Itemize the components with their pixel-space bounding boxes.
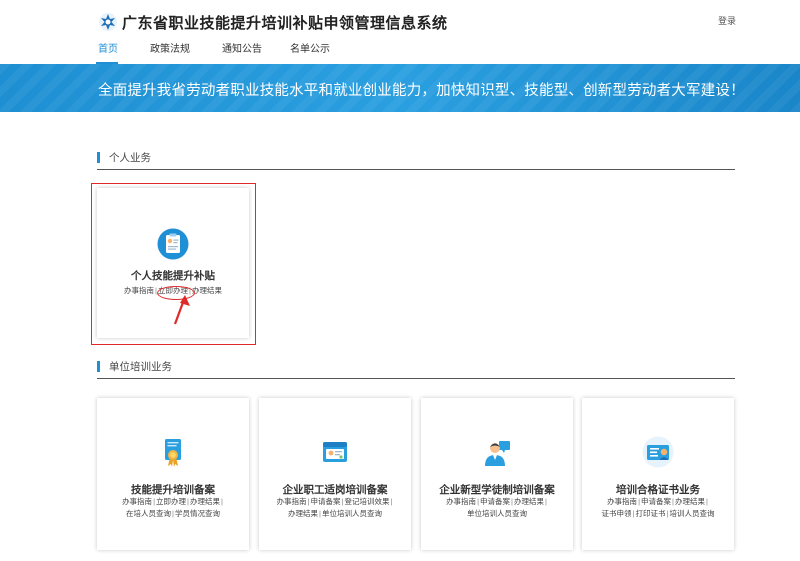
card-links: 办事指南|申请备案|办理结果| 证书申领|打印证书|培训人员查询 — [586, 496, 730, 520]
card-enterprise-onjob-filing[interactable]: 企业职工适岗培训备案 办事指南|申请备案|登记培训效果| 办理结果|单位培训人员… — [259, 398, 411, 550]
certificate-medal-icon — [165, 439, 181, 467]
link-certificate-claim[interactable]: 证书申领 — [602, 509, 632, 518]
card-title: 企业新型学徒制培训备案 — [439, 484, 555, 496]
link-separator: | — [390, 497, 393, 506]
annotation-arrow-icon — [173, 295, 190, 325]
link-guide[interactable]: 办事指南 — [122, 497, 152, 506]
section-accent-bar — [97, 361, 100, 372]
section-unit-title: 单位培训业务 — [109, 361, 172, 373]
nav-notices[interactable]: 通知公告 — [212, 40, 280, 64]
site-logo-icon — [99, 13, 117, 31]
card-title: 培训合格证书业务 — [616, 484, 700, 496]
link-apply-filing[interactable]: 申请备案 — [311, 497, 341, 506]
hero-banner: 全面提升我省劳动者职业技能水平和就业创业能力，加快知识型、技能型、创新型劳动者大… — [0, 64, 800, 112]
card-title: 技能提升培训备案 — [131, 484, 215, 496]
card-title: 企业职工适岗培训备案 — [282, 484, 388, 496]
link-result[interactable]: 办理结果 — [514, 497, 544, 506]
main-nav: 首页 政策法规 通知公告 名单公示 — [88, 40, 350, 64]
link-trainee-query[interactable]: 在培人员查询 — [126, 509, 171, 518]
link-unit-trainee-query[interactable]: 单位培训人员查询 — [322, 509, 382, 518]
card-skill-training-filing[interactable]: 技能提升培训备案 办事指南|立即办理|办理结果| 在培人员查询|学员情况查询 — [97, 398, 249, 550]
section-unit-header: 单位培训业务 — [97, 357, 735, 379]
card-links: 办事指南|申请备案|办理结果| 单位培训人员查询 — [425, 496, 569, 520]
link-guide[interactable]: 办事指南 — [607, 497, 637, 506]
link-separator: | — [544, 497, 547, 506]
id-card-icon — [323, 442, 347, 462]
card-links: 办事指南|立即办理|办理结果| 在培人员查询|学员情况查询 — [101, 496, 245, 520]
link-print-certificate[interactable]: 打印证书 — [636, 509, 666, 518]
link-unit-trainee-query[interactable]: 单位培训人员查询 — [467, 509, 527, 518]
section-personal-header: 个人业务 — [97, 148, 735, 170]
link-guide[interactable]: 办事指南 — [277, 497, 307, 506]
nav-home[interactable]: 首页 — [88, 40, 140, 64]
certificate-badge-icon — [642, 436, 674, 468]
card-links: 办事指南|申请备案|登记培训效果| 办理结果|单位培训人员查询 — [263, 496, 407, 520]
link-guide[interactable]: 办事指南 — [446, 497, 476, 506]
apprentice-person-icon — [485, 441, 510, 466]
section-personal-title: 个人业务 — [109, 152, 151, 164]
link-apply-now[interactable]: 立即办理 — [156, 497, 186, 506]
site-title: 广东省职业技能提升培训补贴申领管理信息系统 — [122, 15, 448, 32]
banner-slogan: 全面提升我省劳动者职业技能水平和就业创业能力，加快知识型、技能型、创新型劳动者大… — [98, 83, 745, 99]
card-training-certificate[interactable]: 培训合格证书业务 办事指南|申请备案|办理结果| 证书申领|打印证书|培训人员查… — [582, 398, 734, 550]
link-trainee-query[interactable]: 培训人员查询 — [669, 509, 714, 518]
nav-policy[interactable]: 政策法规 — [140, 40, 212, 64]
link-apply-filing[interactable]: 申请备案 — [480, 497, 510, 506]
link-apply-filing[interactable]: 申请备案 — [641, 497, 671, 506]
link-separator: | — [220, 497, 223, 506]
link-register-effect[interactable]: 登记培训效果 — [344, 497, 389, 506]
login-link[interactable]: 登录 — [718, 14, 736, 27]
link-result[interactable]: 办理结果 — [190, 497, 220, 506]
section-accent-bar — [97, 152, 100, 163]
link-student-query[interactable]: 学员情况查询 — [175, 509, 220, 518]
link-result[interactable]: 办理结果 — [675, 497, 705, 506]
link-separator: | — [705, 497, 708, 506]
link-result[interactable]: 办理结果 — [288, 509, 318, 518]
nav-publicity[interactable]: 名单公示 — [280, 40, 350, 64]
card-apprenticeship-filing[interactable]: 企业新型学徒制培训备案 办事指南|申请备案|办理结果| 单位培训人员查询 — [421, 398, 573, 550]
